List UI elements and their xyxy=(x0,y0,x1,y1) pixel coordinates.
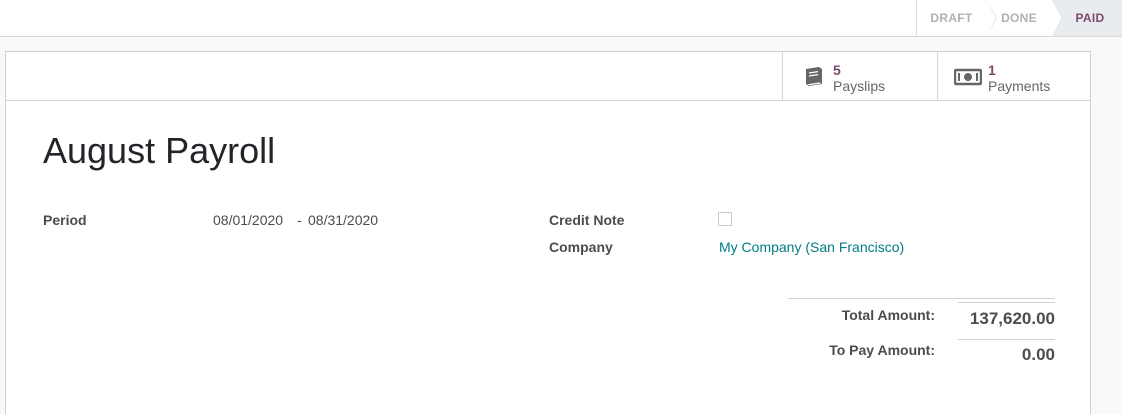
company-label: Company xyxy=(549,239,613,255)
stage-done-label: DONE xyxy=(1001,11,1037,25)
to-pay-amount-value: 0.00 xyxy=(1021,345,1055,364)
record-title: August Payroll xyxy=(43,130,276,171)
stage-draft-label: DRAFT xyxy=(930,11,973,25)
period-start-field[interactable]: 08/01/2020 xyxy=(213,212,283,228)
stage-pipeline: DRAFT DONE PAID xyxy=(916,0,1122,36)
totals-divider xyxy=(788,298,1055,299)
credit-note-label: Credit Note xyxy=(549,212,625,228)
stage-arrow-fill xyxy=(986,0,996,36)
period-separator: - xyxy=(297,212,302,228)
status-bar: DRAFT DONE PAID xyxy=(0,0,1122,37)
to-pay-amount-label: To Pay Amount: xyxy=(829,342,935,358)
stage-draft[interactable]: DRAFT xyxy=(916,0,997,36)
money-icon xyxy=(954,63,982,91)
book-icon xyxy=(799,63,827,91)
smart-button-box: 5 Payslips 1 Payments xyxy=(6,52,1090,101)
payments-smart-button[interactable]: 1 Payments xyxy=(937,52,1092,101)
to-pay-amount-rule xyxy=(958,339,1055,340)
payments-count: 1 xyxy=(988,61,996,78)
total-amount-value: 137,620.00 xyxy=(969,309,1055,328)
payslips-smart-button[interactable]: 5 Payslips xyxy=(782,52,937,101)
period-label: Period xyxy=(43,212,87,228)
credit-note-checkbox[interactable] xyxy=(718,212,732,226)
total-amount-rule xyxy=(958,302,1055,303)
form-sheet: 5 Payslips 1 Payments August Payroll Per… xyxy=(5,51,1091,414)
stage-paid-label: PAID xyxy=(1075,11,1105,25)
stage-arrow-fill xyxy=(1052,0,1062,36)
company-link[interactable]: My Company (San Francisco) xyxy=(719,239,904,255)
payments-label: Payments xyxy=(988,77,1051,94)
payslips-label: Payslips xyxy=(833,77,886,94)
period-end-field[interactable]: 08/31/2020 xyxy=(308,212,378,228)
total-amount-label: Total Amount: xyxy=(841,307,935,323)
payslips-count: 5 xyxy=(833,61,841,78)
